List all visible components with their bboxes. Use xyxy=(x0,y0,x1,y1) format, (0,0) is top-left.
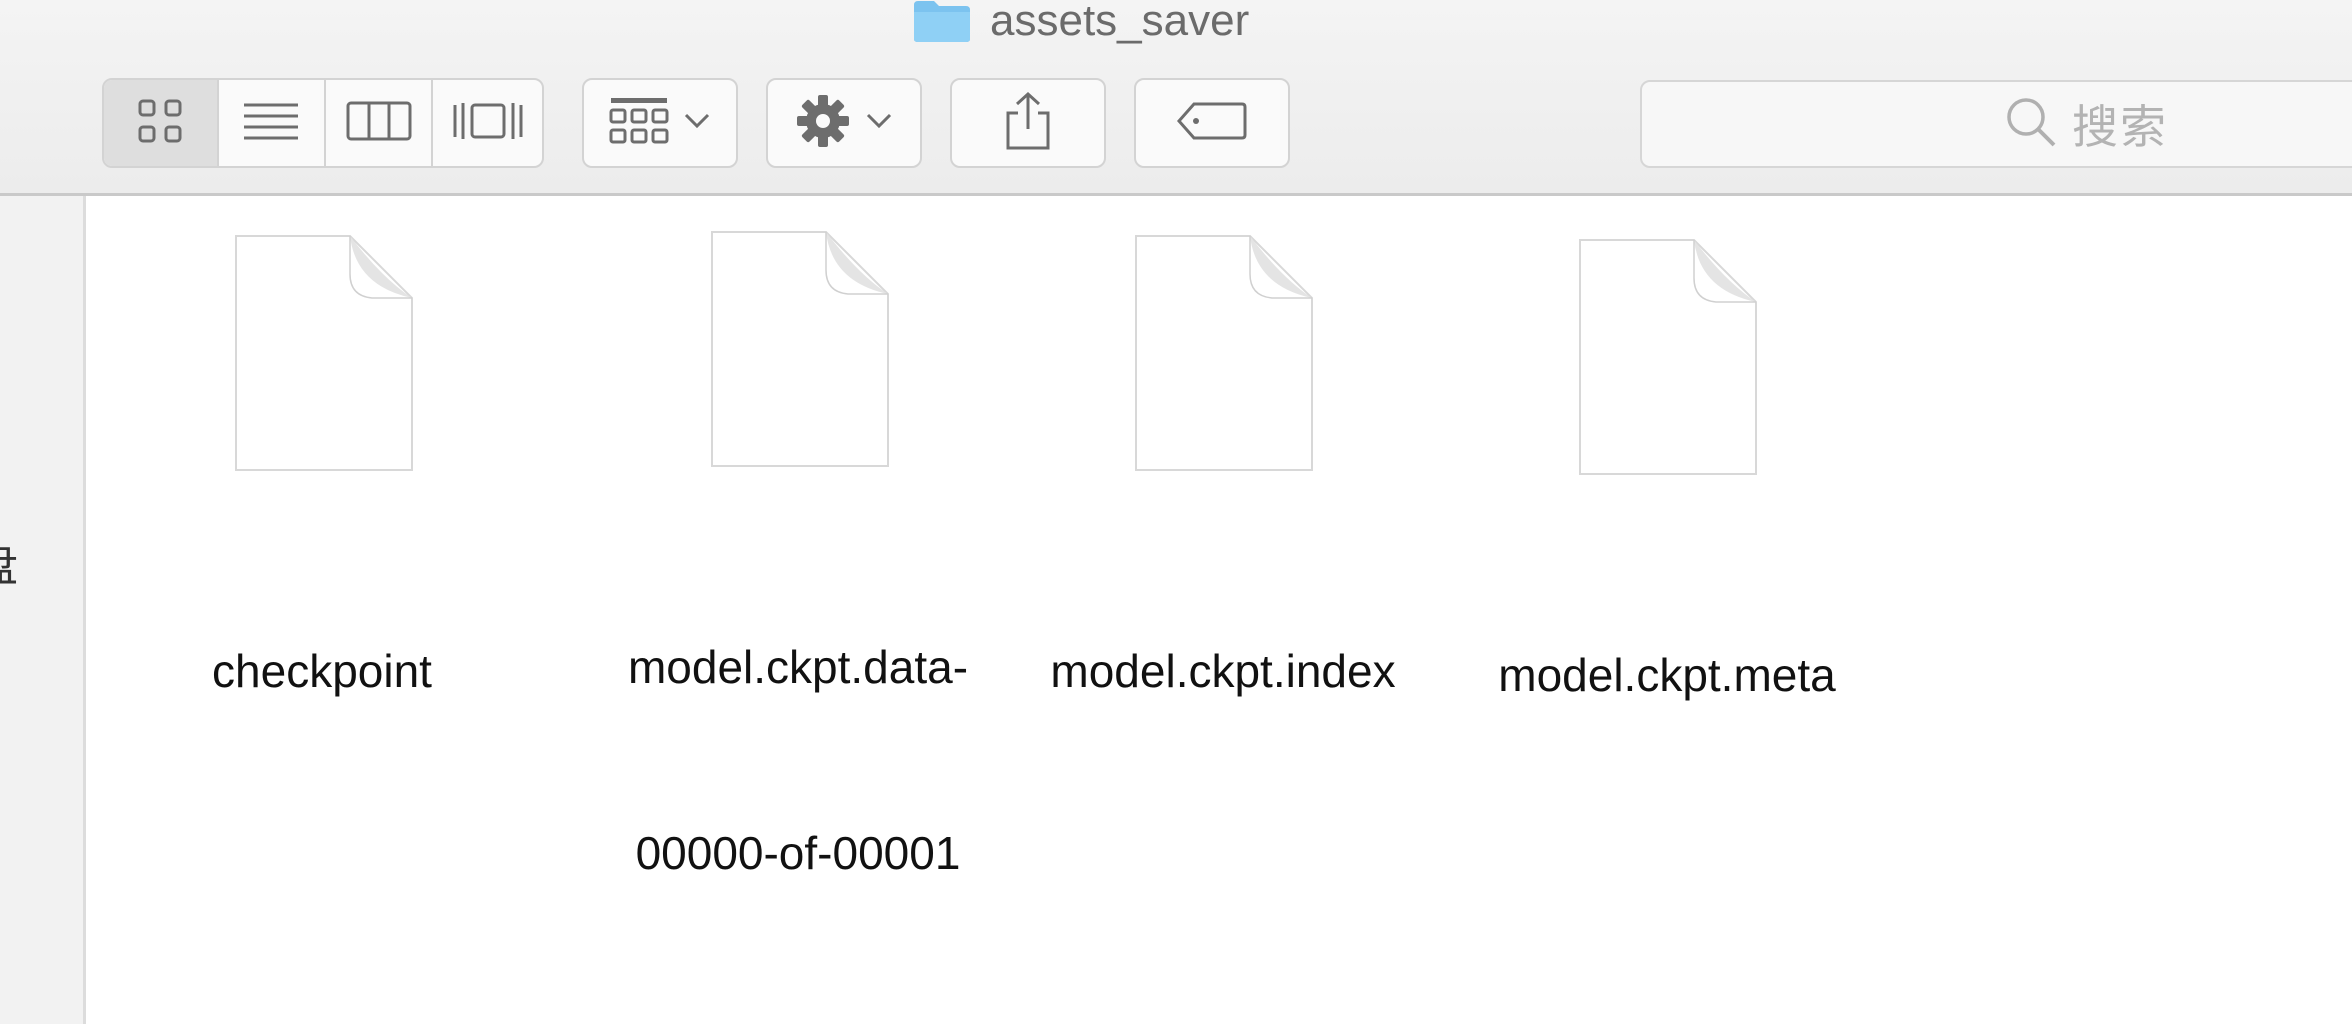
document-icon xyxy=(232,234,414,472)
file-name: model.ckpt.data- 00000-of-00001 xyxy=(600,512,996,1008)
cover-flow-view-button[interactable] xyxy=(433,80,542,166)
tag-icon xyxy=(1176,101,1248,146)
tag-button[interactable] xyxy=(1134,78,1290,168)
icon-view-icon xyxy=(138,99,182,148)
window-title-text: assets_saver xyxy=(990,0,1250,45)
search-placeholder: 搜索 xyxy=(2072,101,2168,153)
file-name-line: model.ckpt.meta xyxy=(1498,649,1836,701)
chevron-down-icon xyxy=(865,112,893,135)
finder-window: assets_saver 搜索 checkpoint model.ckpt.da… xyxy=(0,0,2352,1024)
arrange-button[interactable] xyxy=(582,78,738,168)
file-name: model.ckpt.meta xyxy=(1464,520,1870,830)
search-field-inner: 搜索 xyxy=(2004,82,2168,166)
folder-icon xyxy=(912,0,972,43)
sidebar: 盘 xyxy=(0,196,86,1024)
sidebar-item-label[interactable]: 盘 xyxy=(0,530,18,594)
document-icon xyxy=(1132,234,1314,472)
search-field[interactable]: 搜索 xyxy=(1640,80,2352,168)
file-name: checkpoint xyxy=(182,516,462,826)
icon-view-button[interactable] xyxy=(104,80,219,166)
document-icon xyxy=(708,230,890,468)
view-mode-control xyxy=(102,78,544,168)
list-view-button[interactable] xyxy=(219,80,326,166)
search-icon xyxy=(2004,95,2058,154)
document-icon xyxy=(1576,238,1758,476)
cover-flow-view-icon xyxy=(452,99,524,148)
action-button[interactable] xyxy=(766,78,922,168)
group-arrange-icon xyxy=(609,96,669,151)
toolbar: assets_saver 搜索 xyxy=(0,0,2352,196)
file-name-line: model.ckpt.data- xyxy=(627,641,969,693)
share-button[interactable] xyxy=(950,78,1106,168)
list-view-icon xyxy=(242,99,300,148)
file-name-line: model.ckpt.index xyxy=(1050,645,1396,697)
column-view-icon xyxy=(346,99,412,148)
column-view-button[interactable] xyxy=(326,80,434,166)
share-icon xyxy=(1004,91,1052,156)
chevron-down-icon xyxy=(683,112,711,135)
window-title: assets_saver xyxy=(912,0,1249,48)
file-name-line: 00000-of-00001 xyxy=(635,827,961,879)
file-name-line: checkpoint xyxy=(212,645,432,697)
gear-icon xyxy=(795,93,851,154)
file-grid: checkpoint model.ckpt.data- 00000-of-000… xyxy=(86,196,2352,1024)
file-name: model.ckpt.index xyxy=(1018,516,1428,826)
